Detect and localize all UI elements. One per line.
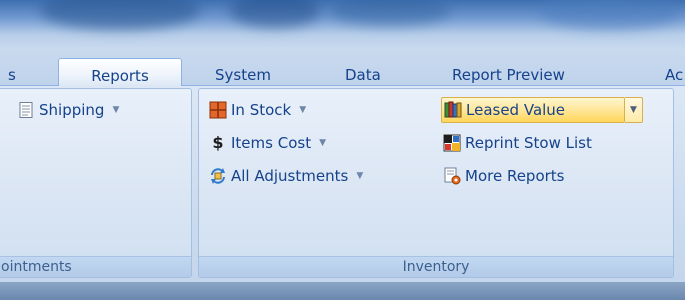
shipping-button[interactable]: Shipping ▼ bbox=[17, 97, 119, 123]
leased-value-button[interactable]: Leased Value bbox=[441, 97, 625, 123]
group-appointments: Shipping ▼ ointments bbox=[0, 88, 192, 278]
title-blur-shape bbox=[330, 0, 450, 26]
title-bar bbox=[0, 0, 685, 49]
leased-value-dropdown[interactable]: ▼ bbox=[625, 97, 643, 123]
dollar-icon: $ bbox=[212, 133, 224, 152]
ribbon-tab-strip: s Reports System Data Report Preview Ac bbox=[0, 49, 685, 86]
tab-data[interactable]: Data bbox=[345, 66, 381, 84]
title-blur-shape bbox=[40, 0, 200, 30]
stow-list-icon bbox=[443, 134, 461, 152]
tab-report-preview[interactable]: Report Preview bbox=[452, 66, 565, 84]
books-icon bbox=[444, 101, 462, 119]
tab-reports[interactable]: Reports bbox=[58, 58, 182, 86]
tab-appointments[interactable]: s bbox=[8, 66, 16, 84]
in-stock-button[interactable]: In Stock ▼ bbox=[209, 97, 306, 123]
items-cost-button[interactable]: $ Items Cost ▼ bbox=[209, 130, 326, 156]
more-reports-button[interactable]: More Reports bbox=[443, 163, 565, 189]
tab-system[interactable]: System bbox=[215, 66, 271, 84]
in-stock-label: In Stock bbox=[231, 101, 292, 119]
group-inventory: In Stock ▼ $ Items Cost ▼ All Adjustment… bbox=[198, 88, 674, 278]
adjust-icon bbox=[209, 167, 227, 185]
chevron-down-icon[interactable]: ▼ bbox=[319, 138, 326, 148]
window-content-edge bbox=[0, 282, 685, 300]
chevron-down-icon[interactable]: ▼ bbox=[299, 105, 306, 115]
chevron-down-icon[interactable]: ▼ bbox=[112, 105, 119, 115]
chevron-down-icon[interactable]: ▼ bbox=[356, 171, 363, 181]
document-icon bbox=[17, 101, 35, 119]
group-label-inventory: Inventory bbox=[199, 256, 673, 277]
all-adjustments-label: All Adjustments bbox=[231, 167, 349, 185]
title-blur-shape bbox=[540, 0, 680, 30]
reprint-stow-list-label: Reprint Stow List bbox=[465, 134, 592, 152]
chevron-down-icon: ▼ bbox=[630, 105, 637, 115]
more-reports-label: More Reports bbox=[465, 167, 565, 185]
tab-ac[interactable]: Ac bbox=[665, 66, 683, 84]
shipping-label: Shipping bbox=[39, 101, 105, 119]
reprint-stow-list-button[interactable]: Reprint Stow List bbox=[443, 130, 592, 156]
items-cost-label: Items Cost bbox=[231, 134, 312, 152]
all-adjustments-button[interactable]: All Adjustments ▼ bbox=[209, 163, 363, 189]
ribbon-body: Shipping ▼ ointments In Stock ▼ $ Items … bbox=[0, 85, 685, 283]
group-label-appointments: ointments bbox=[0, 256, 191, 277]
report-gear-icon bbox=[443, 167, 461, 185]
leased-value-label: Leased Value bbox=[466, 101, 566, 119]
boxes-icon bbox=[209, 101, 227, 119]
title-blur-shape bbox=[230, 0, 320, 28]
